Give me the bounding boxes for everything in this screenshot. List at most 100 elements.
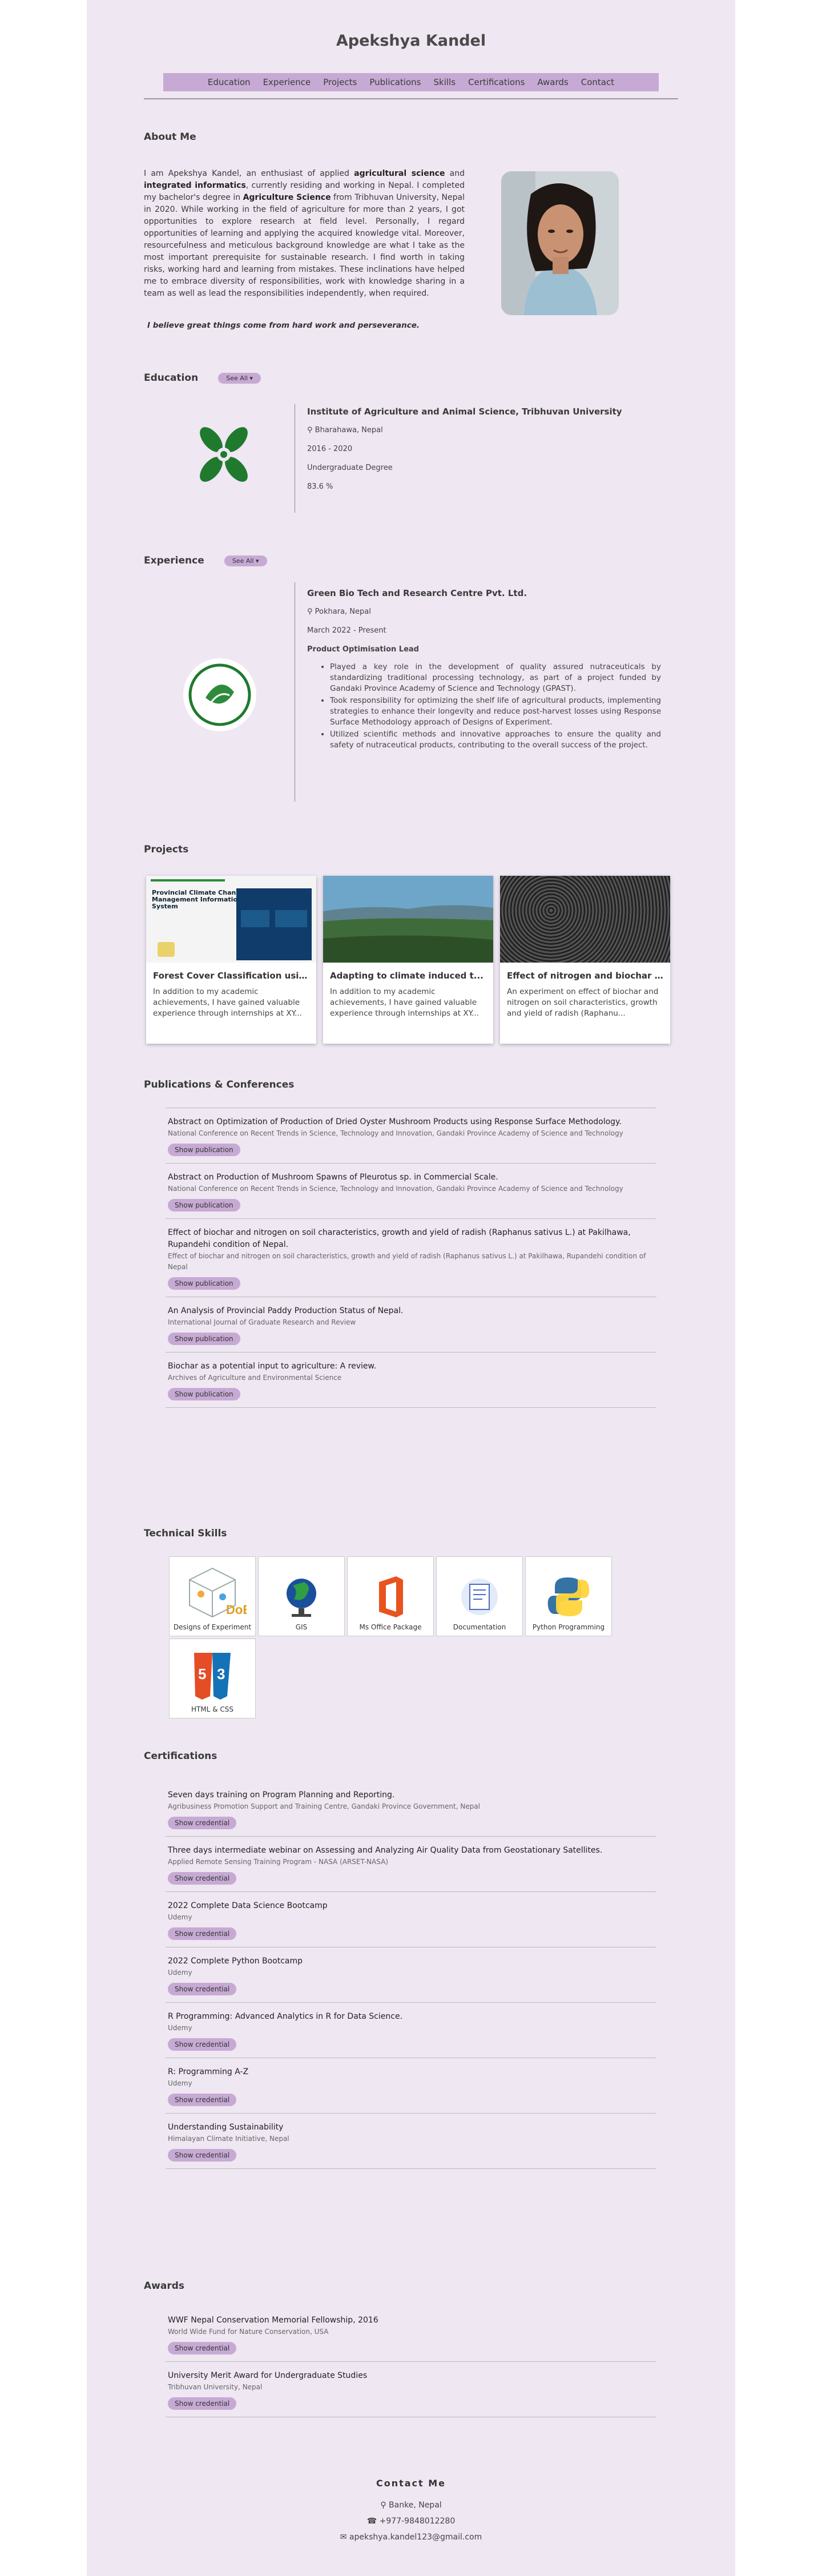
nav-awards[interactable]: Awards [537,77,568,87]
education-heading: Education [144,372,199,384]
map-pin-icon: ⚲ [307,426,313,434]
html-css-icon: 5 3 [194,1653,231,1700]
skills-heading: Technical Skills [144,1528,227,1539]
certification-issuer: Udemy [168,1913,192,1921]
show-credential-button[interactable]: Show credential [168,1817,237,1829]
certification-title: 2022 Complete Python Bootcamp [168,1957,303,1966]
show-publication-button[interactable]: Show publication [168,1199,240,1211]
contact-email[interactable]: ✉ apekshya.kandel123@gmail.com [87,2533,735,2542]
svg-text:3: 3 [217,1665,225,1683]
skill-label: Documentation [453,1623,506,1631]
certification-issuer: Udemy [168,2079,192,2087]
show-publication-button[interactable]: Show publication [168,1144,240,1156]
chevron-down-icon: ▾ [249,375,253,382]
skill-label: Ms Office Package [359,1623,422,1631]
publication-item: Abstract on Production of Mushroom Spawn… [166,1164,656,1219]
experience-dates: March 2022 - Present [307,626,386,635]
publication-source: National Conference on Recent Trends in … [168,1185,623,1193]
certification-item: R Programming: Advanced Analytics in R f… [166,2003,656,2058]
project-title: Adapting to climate induced t... [330,971,483,981]
award-issuer: World Wide Fund for Nature Conservation,… [168,2328,329,2336]
publication-source: National Conference on Recent Trends in … [168,1129,623,1137]
certification-issuer: Himalayan Climate Initiative, Nepal [168,2135,289,2143]
show-credential-button[interactable]: Show credential [168,2094,237,2106]
show-credential-button[interactable]: Show credential [168,2149,237,2162]
skill-label: Designs of Experiment [173,1623,252,1631]
publications-list: Abstract on Optimization of Production o… [166,1108,656,1408]
certification-issuer: Applied Remote Sensing Training Program … [168,1858,388,1866]
experience-header: Experience See All ▾ [144,555,267,566]
skill-card: 5 3 HTML & CSS [169,1639,256,1718]
contact-heading: Contact Me [376,2478,446,2489]
experience-details: Green Bio Tech and Research Centre Pvt. … [307,588,678,751]
show-publication-button[interactable]: Show publication [168,1277,240,1290]
show-publication-button[interactable]: Show publication [168,1333,240,1345]
show-credential-button[interactable]: Show credential [168,2342,237,2354]
nav-projects[interactable]: Projects [323,77,357,87]
certification-title: Three days intermediate webinar on Asses… [168,1846,603,1855]
nav-publications[interactable]: Publications [369,77,421,87]
experience-location: ⚲ Pokhara, Nepal [307,607,371,616]
publications-heading: Publications & Conferences [144,1079,295,1090]
python-icon [547,1577,590,1616]
svg-text:DoE: DoE [226,1603,247,1617]
skill-card: GIS [258,1556,345,1636]
nav-skills[interactable]: Skills [434,77,456,87]
certification-issuer: Udemy [168,2024,192,2032]
show-credential-button[interactable]: Show credential [168,2038,237,2051]
education-details: Institute of Agriculture and Animal Scie… [307,406,678,491]
university-logo [188,419,259,490]
publication-title: Abstract on Optimization of Production o… [168,1117,622,1126]
publication-item: Abstract on Optimization of Production o… [166,1108,656,1164]
nav-contact[interactable]: Contact [581,77,614,87]
profile-photo [501,171,619,315]
documentation-icon [461,1579,498,1615]
experience-see-all-button[interactable]: See All ▾ [224,556,267,566]
education-degree: Undergraduate Degree [307,464,393,472]
certification-item: R: Programming A-Z Udemy Show credential [166,2058,656,2114]
about-heading: About Me [144,131,196,143]
publication-source: Effect of biochar and nitrogen on soil c… [168,1252,646,1271]
certification-title: R: Programming A-Z [168,2067,249,2076]
nav-certifications[interactable]: Certifications [468,77,525,87]
certifications-heading: Certifications [144,1750,217,1762]
award-item: WWF Nepal Conservation Memorial Fellowsh… [166,2307,656,2362]
publication-title: Abstract on Production of Mushroom Spawn… [168,1173,498,1182]
project-card[interactable]: Effect of nitrogen and biochar ... An ex… [500,876,670,1044]
project-image: Provincial Climate Change Management Info… [146,876,316,963]
award-item: University Merit Award for Undergraduate… [166,2362,656,2417]
nav-experience[interactable]: Experience [263,77,311,87]
skill-card: DoE Designs of Experiment [169,1556,256,1636]
project-card[interactable]: Provincial Climate Change Management Info… [146,876,316,1044]
awards-list: WWF Nepal Conservation Memorial Fellowsh… [166,2307,656,2417]
certification-title: Seven days training on Program Planning … [168,1790,395,1800]
show-publication-button[interactable]: Show publication [168,1388,240,1400]
certification-title: Understanding Sustainability [168,2123,284,2132]
education-header: Education See All ▾ [144,372,261,384]
show-credential-button[interactable]: Show credential [168,1872,237,1885]
show-credential-button[interactable]: Show credential [168,2397,237,2410]
nav-education[interactable]: Education [208,77,251,87]
experience-bullet: Took responsibility for optimizing the s… [330,695,661,728]
about-paragraph: I am Apekshya Kandel, an enthusiast of a… [144,169,465,298]
show-credential-button[interactable]: Show credential [168,1983,237,1995]
chevron-down-icon: ▾ [255,557,259,565]
projects-heading: Projects [144,844,189,855]
company-logo [183,658,257,732]
publication-source: Archives of Agriculture and Environmenta… [168,1374,342,1382]
contact-phone[interactable]: ☎ +977-9848012280 [87,2517,735,2526]
experience-company: Green Bio Tech and Research Centre Pvt. … [307,588,527,598]
publication-source: International Journal of Graduate Resear… [168,1318,356,1326]
nav-bar: Education Experience Projects Publicatio… [163,73,659,91]
publication-item: Effect of biochar and nitrogen on soil c… [166,1219,656,1297]
award-title: WWF Nepal Conservation Memorial Fellowsh… [168,2316,378,2325]
certification-item: Seven days training on Program Planning … [166,1781,656,1837]
phone-icon: ☎ [366,2517,377,2526]
svg-text:5: 5 [198,1665,206,1683]
education-see-all-button[interactable]: See All ▾ [218,373,261,384]
publication-title: An Analysis of Provincial Paddy Producti… [168,1306,404,1315]
project-card[interactable]: Adapting to climate induced t... In addi… [323,876,493,1044]
show-credential-button[interactable]: Show credential [168,1927,237,1940]
page-title: Apekshya Kandel [336,32,486,50]
certification-item: Three days intermediate webinar on Asses… [166,1837,656,1892]
